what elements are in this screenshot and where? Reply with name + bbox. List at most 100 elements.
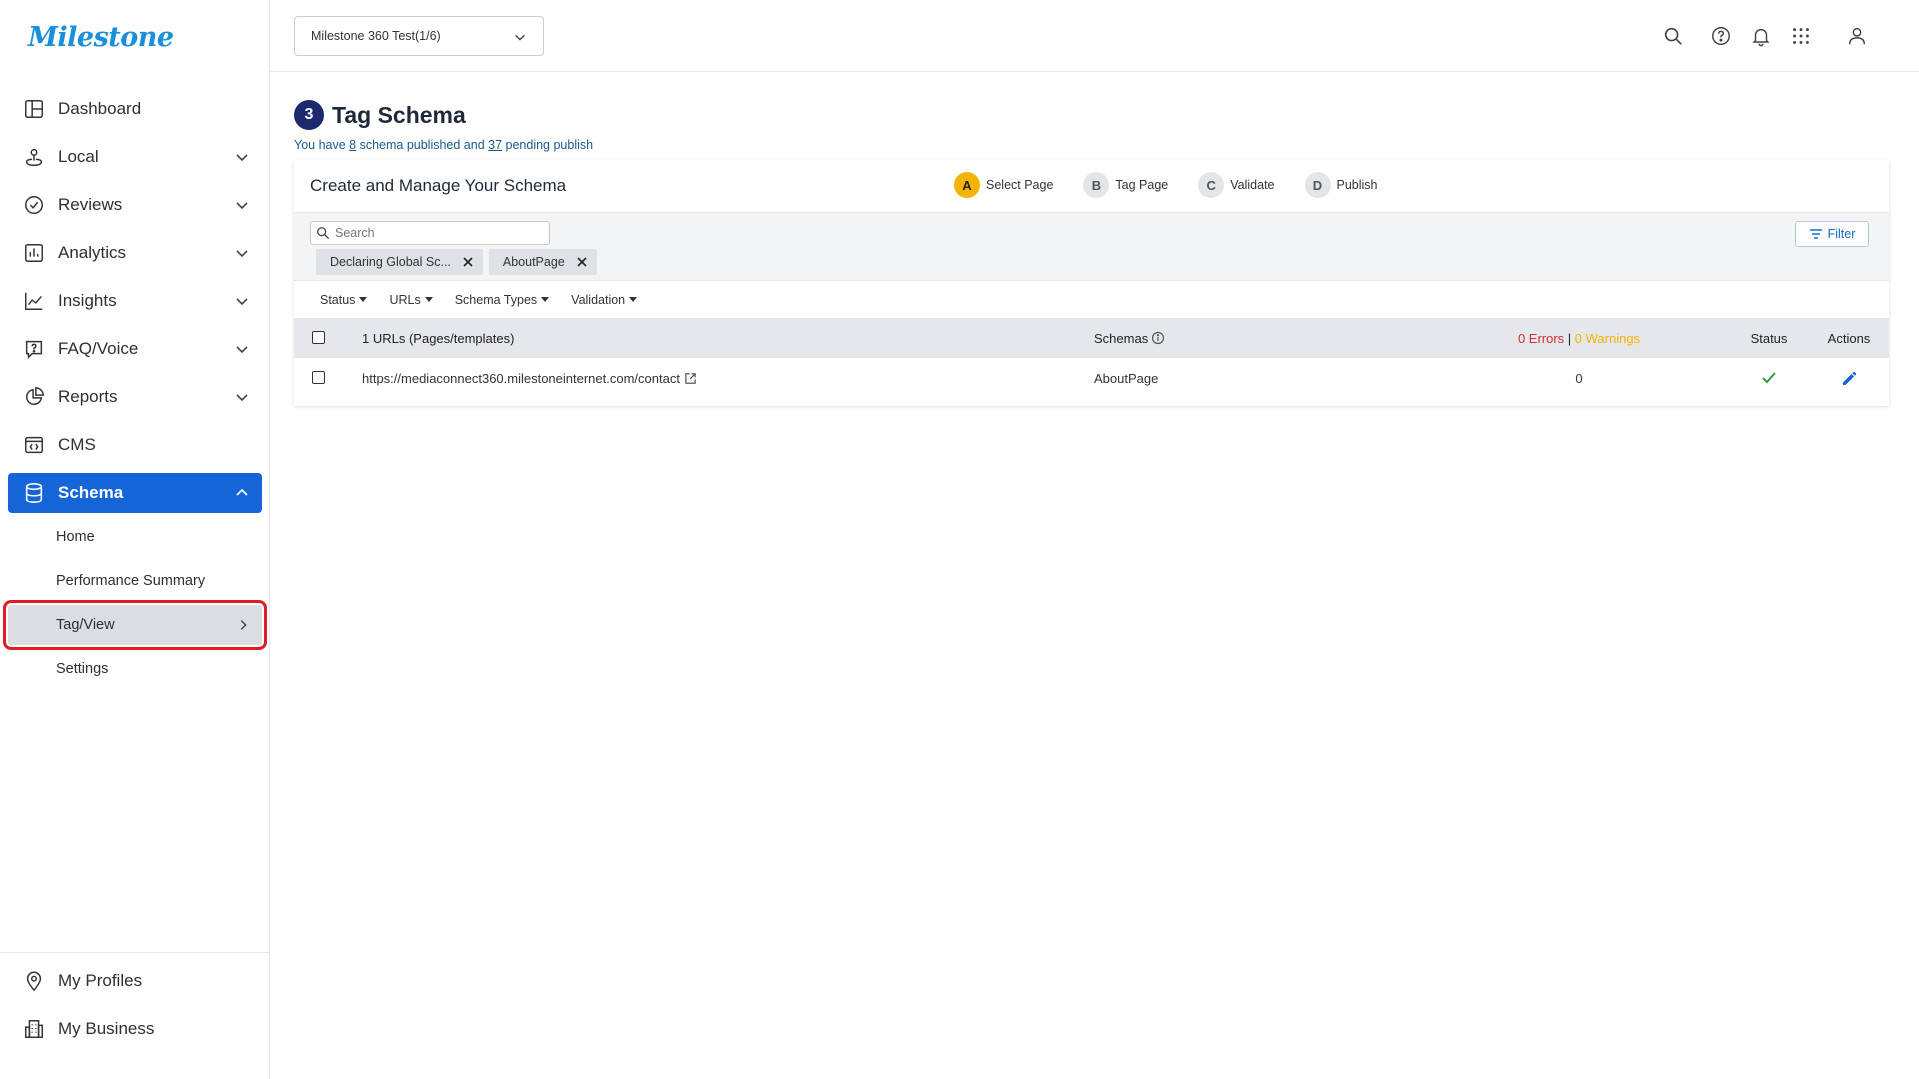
subtitle-text: pending publish (502, 138, 594, 152)
sidebar-item-label: Reviews (58, 195, 123, 214)
sidebar-subitem-home[interactable]: Home (8, 517, 262, 557)
page-title: Tag Schema (332, 101, 466, 128)
sidebar-item-label: Reports (58, 387, 118, 406)
page-header: 3 Tag Schema (294, 100, 1889, 130)
sidebar-nav: Dashboard Local Reviews Analytics Insigh… (3, 89, 267, 693)
building-icon (22, 1017, 46, 1041)
dropdown-label: Validation (571, 292, 626, 307)
column-filter-dropdowns: Status URLs Schema Types Validation (294, 280, 1889, 318)
sidebar-subitem-settings[interactable]: Settings (8, 649, 262, 689)
step-letter: D (1304, 172, 1331, 198)
subtitle-text: schema published and (356, 138, 489, 152)
sidebar-item-reports[interactable]: Reports (8, 377, 262, 417)
row-checkbox[interactable] (312, 371, 325, 384)
caret-down-icon (541, 297, 550, 302)
dashboard-icon (22, 97, 46, 121)
chevron-down-icon (236, 202, 248, 210)
external-link-icon[interactable] (684, 372, 697, 385)
sidebar-subitem-tag-view[interactable]: Tag/View (3, 600, 267, 650)
chevron-down-icon (236, 298, 248, 306)
chip-label: AboutPage (502, 255, 565, 269)
header-separator: | (1564, 331, 1575, 346)
sidebar-item-label: My Business (58, 1019, 155, 1038)
sidebar: Milestone Dashboard Local Reviews Analyt… (0, 0, 270, 1079)
filter-chip: Declaring Global Sc... (316, 249, 483, 275)
step-select-page[interactable]: A Select Page (954, 172, 1053, 198)
sidebar-bottom: My Profiles My Business (0, 952, 269, 1057)
sidebar-item-label: Insights (58, 291, 117, 310)
sidebar-item-label: Dashboard (58, 99, 142, 118)
header-errors-warnings: 0 Errors | 0 Warnings (1494, 331, 1664, 346)
sidebar-item-my-profiles[interactable]: My Profiles (8, 961, 261, 1001)
row-url: https://mediaconnect360.milestoneinterne… (362, 371, 697, 386)
user-icon[interactable] (1845, 24, 1869, 48)
dropdown-label: URLs (389, 292, 421, 307)
dropdown-label: Schema Types (454, 292, 538, 307)
dropdown-validation[interactable]: Validation (571, 292, 638, 307)
header-errors: 0 Errors (1517, 331, 1565, 346)
dropdown-urls[interactable]: URLs (389, 292, 433, 307)
step-letter: B (1083, 172, 1110, 198)
table-row: https://mediaconnect360.milestoneinterne… (294, 358, 1889, 398)
header-actions: Actions (1827, 331, 1871, 346)
dropdown-status[interactable]: Status (320, 293, 368, 307)
step-label: Select Page (986, 178, 1054, 192)
search-icon[interactable] (1661, 24, 1685, 48)
sidebar-item-cms[interactable]: CMS (8, 425, 262, 465)
row-errors: 0 (1575, 371, 1583, 386)
location-pin-icon (22, 969, 46, 993)
chevron-down-icon (236, 250, 248, 258)
insights-line-icon (22, 289, 46, 313)
bell-icon[interactable] (1749, 24, 1773, 48)
sidebar-item-reviews[interactable]: Reviews (8, 185, 262, 225)
step-validate[interactable]: C Validate (1198, 172, 1275, 198)
close-icon[interactable] (461, 255, 475, 269)
filter-lines-icon (1809, 229, 1822, 239)
close-icon[interactable] (575, 255, 589, 269)
sidebar-item-schema[interactable]: Schema (8, 473, 262, 513)
sidebar-subitem-performance-summary[interactable]: Performance Summary (8, 561, 262, 601)
step-tag-page[interactable]: B Tag Page (1083, 172, 1168, 198)
header-warnings: 0 Warnings (1574, 331, 1641, 346)
sidebar-item-my-business[interactable]: My Business (8, 1009, 261, 1049)
chip-label: Declaring Global Sc... (330, 255, 451, 269)
step-label: Publish (1336, 178, 1378, 192)
milestone-logo[interactable]: Milestone (28, 22, 174, 53)
dropdown-schema-types[interactable]: Schema Types (454, 292, 550, 307)
row-actions (1799, 371, 1899, 390)
search-box (310, 221, 550, 245)
sidebar-item-analytics[interactable]: Analytics (8, 233, 262, 273)
pending-count-link[interactable]: 37 (488, 138, 502, 152)
info-icon[interactable] (1151, 331, 1165, 345)
table-header: 1 URLs (Pages/templates) Schemas 0 Error… (294, 318, 1889, 358)
account-selector[interactable]: Milestone 360 Test(1/6) (294, 16, 544, 56)
search-input[interactable] (335, 226, 535, 240)
caret-down-icon (629, 297, 638, 302)
sidebar-item-local[interactable]: Local (8, 137, 262, 177)
caret-down-icon (359, 297, 368, 302)
chevron-down-icon (236, 154, 248, 162)
step-label: Tag Page (1115, 178, 1169, 192)
sidebar-item-label: Schema (58, 483, 124, 502)
filter-button[interactable]: Filter (1795, 221, 1869, 247)
chevron-down-icon (515, 34, 525, 41)
step-letter: C (1198, 172, 1225, 198)
card-title: Create and Manage Your Schema (310, 176, 567, 195)
chevron-up-icon (236, 488, 248, 496)
local-pin-icon (22, 145, 46, 169)
search-icon (317, 227, 330, 240)
select-all-checkbox[interactable] (312, 331, 325, 344)
apps-grid-icon[interactable] (1789, 24, 1813, 48)
main-content: 3 Tag Schema You have 8 schema published… (294, 100, 1889, 406)
step-letter: A (954, 172, 980, 198)
database-icon (22, 481, 46, 505)
edit-pencil-icon[interactable] (1841, 371, 1857, 387)
account-selector-value: Milestone 360 Test(1/6) (311, 29, 441, 43)
sidebar-item-faq-voice[interactable]: FAQ/Voice (8, 329, 262, 369)
sidebar-item-dashboard[interactable]: Dashboard (8, 89, 262, 129)
analytics-bar-icon (22, 241, 46, 265)
step-publish[interactable]: D Publish (1304, 172, 1378, 198)
sidebar-item-insights[interactable]: Insights (8, 281, 262, 321)
row-url-link[interactable]: https://mediaconnect360.milestoneinterne… (362, 371, 680, 386)
help-icon[interactable] (1709, 24, 1733, 48)
